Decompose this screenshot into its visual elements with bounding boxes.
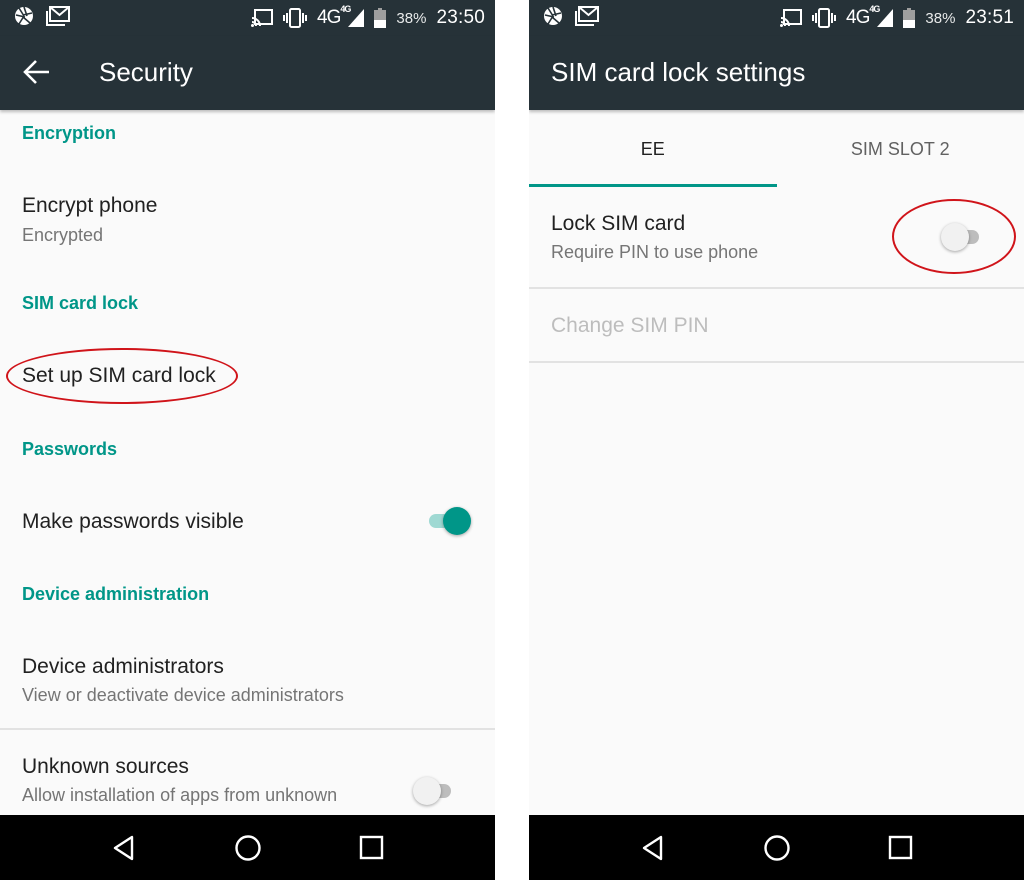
- category-device-administration: Device administration: [22, 584, 210, 604]
- signal-icon: [877, 9, 894, 27]
- pref-title: Set up SIM card lock: [22, 364, 216, 387]
- battery-percent: 38%: [925, 9, 956, 27]
- unknown-sources-switch[interactable]: [413, 776, 453, 806]
- pref-title: Device administrators: [22, 655, 224, 678]
- pref-title: Unknown sources: [22, 755, 189, 778]
- switch-thumb: [941, 223, 969, 251]
- pref-make-passwords-visible[interactable]: Make passwords visible: [0, 485, 495, 557]
- nav-recents-icon: [888, 835, 913, 860]
- pref-title: Make passwords visible: [22, 510, 244, 533]
- category-encryption: Encryption: [22, 123, 117, 143]
- pref-title: Change SIM PIN: [551, 314, 709, 337]
- tab-label: SIM SLOT 2: [850, 139, 950, 159]
- status-bar: 4G4G 38% 23:51: [529, 0, 1024, 36]
- pref-lock-sim-card[interactable]: Lock SIM card Require PIN to use phone: [529, 187, 1024, 287]
- app-bar: SIM card lock settings: [529, 36, 1024, 110]
- divider: [529, 361, 1024, 363]
- sim-card-lock-screen: 4G4G 38% 23:51 SIM card lock settings EE…: [529, 0, 1024, 880]
- nav-home-icon: [764, 835, 790, 861]
- app-bar: Security: [0, 36, 495, 110]
- nav-recents-icon: [359, 835, 384, 860]
- tab-label: EE: [640, 139, 665, 159]
- nav-home-button[interactable]: [762, 833, 792, 863]
- switch-thumb: [443, 507, 471, 535]
- nav-recents-button[interactable]: [357, 833, 387, 863]
- navigation-bar: [529, 815, 1024, 880]
- aperture-icon: [15, 6, 33, 25]
- gmail-icon: [46, 6, 70, 26]
- nav-back-button[interactable]: [110, 833, 140, 863]
- switch-thumb: [413, 777, 441, 805]
- vibrate-icon: [283, 8, 308, 28]
- category-passwords: Passwords: [22, 439, 118, 459]
- sim-lock-content: EE SIM SLOT 2 Lock SIM card Require PIN …: [529, 110, 1024, 815]
- status-bar: 4G4G 38% 23:50: [0, 0, 495, 36]
- nav-recents-button[interactable]: [886, 833, 916, 863]
- navigation-bar: [0, 815, 495, 880]
- sim-tabs: EE SIM SLOT 2: [529, 110, 1024, 187]
- page-title: Security: [99, 57, 193, 87]
- pref-summary: Require PIN to use phone: [551, 242, 759, 262]
- clock: 23:51: [965, 7, 1014, 28]
- clock: 23:50: [436, 7, 485, 28]
- signal-icon: [348, 9, 365, 27]
- battery-icon: [903, 8, 916, 28]
- network-type: 4G4G: [846, 3, 880, 28]
- arrow-back-icon: [23, 60, 49, 84]
- cast-icon: [251, 9, 274, 27]
- pref-encrypt-phone[interactable]: Encrypt phone Encrypted: [0, 172, 495, 262]
- pref-change-sim-pin[interactable]: Change SIM PIN: [529, 289, 1024, 361]
- pref-set-up-sim-card-lock[interactable]: Set up SIM card lock: [0, 340, 495, 412]
- passwords-visible-switch[interactable]: [425, 506, 471, 536]
- battery-icon: [374, 8, 387, 28]
- pref-title: Encrypt phone: [22, 194, 158, 217]
- pref-unknown-sources[interactable]: Unknown sources Allow installation of ap…: [0, 730, 495, 820]
- battery-percent: 38%: [396, 9, 427, 27]
- nav-back-icon: [642, 835, 663, 861]
- nav-home-icon: [235, 835, 261, 861]
- pref-summary: Allow installation of apps from unknown: [22, 785, 338, 805]
- lock-sim-card-switch[interactable]: [941, 222, 981, 252]
- pref-summary: View or deactivate device administrators: [22, 685, 344, 705]
- security-screen: 4G4G 38% 23:50 Security Encryption Encry…: [0, 0, 495, 880]
- tab-ee[interactable]: EE: [529, 110, 777, 187]
- pref-title: Lock SIM card: [551, 212, 686, 235]
- network-type: 4G4G: [317, 3, 351, 28]
- nav-back-button[interactable]: [639, 833, 669, 863]
- aperture-icon: [544, 6, 562, 25]
- gmail-icon: [575, 6, 599, 26]
- category-sim-card-lock: SIM card lock: [22, 293, 139, 313]
- tab-sim-slot-2[interactable]: SIM SLOT 2: [777, 110, 1024, 187]
- nav-home-button[interactable]: [233, 833, 263, 863]
- page-title: SIM card lock settings: [551, 57, 806, 87]
- cast-icon: [780, 9, 803, 27]
- pref-summary: Encrypted: [22, 225, 104, 245]
- settings-list[interactable]: Encryption Encrypt phone Encrypted SIM c…: [0, 110, 495, 815]
- pref-device-administrators[interactable]: Device administrators View or deactivate…: [0, 632, 495, 728]
- back-button[interactable]: [22, 58, 54, 88]
- nav-back-icon: [113, 835, 134, 861]
- vibrate-icon: [812, 8, 837, 28]
